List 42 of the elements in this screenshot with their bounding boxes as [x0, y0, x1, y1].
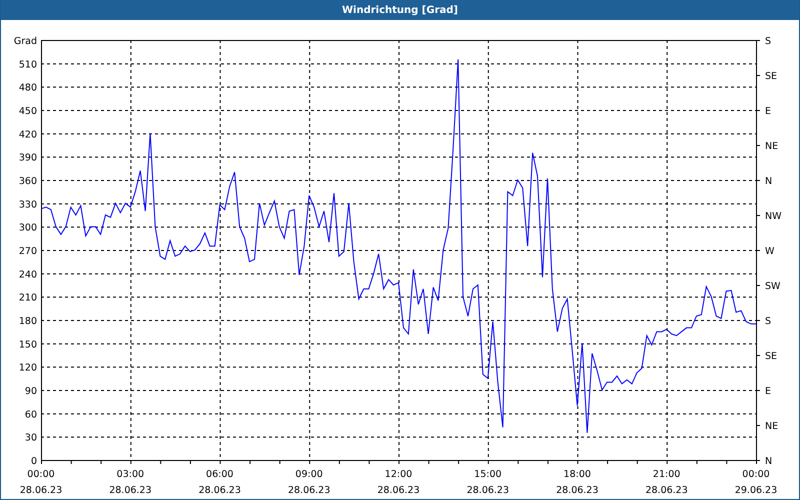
compass-label: NE [765, 421, 778, 432]
y-tick-label: 30 [24, 432, 37, 444]
x-tick-label: 09:00 28.06.23 [288, 469, 330, 496]
y-tick-label: 450 [18, 106, 37, 117]
y-tick-label: 360 [18, 176, 37, 187]
y-tick-label: 480 [18, 82, 37, 94]
x-tick-label: 06:00 28.06.23 [198, 469, 241, 496]
y-tick-label: 510 [18, 59, 37, 70]
compass-label: N [765, 456, 772, 467]
y-tick-label: 90 [24, 386, 37, 397]
compass-label: SE [765, 71, 778, 82]
y-tick-label: 210 [18, 292, 37, 304]
x-tick-label: 15:00 28.06.23 [466, 469, 510, 496]
y-axis-label: Grad [14, 36, 37, 47]
y-tick-label: 390 [18, 152, 37, 164]
compass-label: E [765, 106, 772, 117]
x-tick-label: 18:00 28.06.23 [556, 469, 598, 496]
x-tick-label: 00:00 29.06.23 [734, 469, 778, 496]
compass-label: SW [765, 281, 780, 292]
compass-label: S [765, 316, 772, 327]
compass-label: N [765, 176, 772, 187]
y-tick-label: 60 [24, 409, 37, 420]
x-tick-label: 12:00 28.06.23 [377, 469, 420, 496]
compass-label: NW [765, 211, 782, 222]
x-tick-label: 21:00 28.06.23 [645, 469, 688, 496]
compass-label: NE [765, 141, 778, 152]
y-tick-label: 240 [18, 269, 37, 280]
y-tick-label: 300 [18, 222, 37, 234]
compass-label: E [765, 386, 772, 397]
y-tick-label: 330 [18, 199, 37, 210]
y-tick-label: 120 [18, 362, 37, 374]
x-tick-label: 03:00 28.06.23 [109, 469, 152, 496]
compass-label: SE [765, 351, 778, 362]
y-tick-label: 180 [18, 316, 37, 327]
y-tick-label: 150 [18, 339, 37, 350]
compass-label: S [765, 36, 772, 47]
y-tick-label: 0 [30, 456, 37, 467]
compass-label: W [765, 246, 774, 257]
y-tick-label: 270 [18, 246, 37, 257]
x-tick-label: 00:00 28.06.23 [20, 469, 62, 496]
window-title: Windrichtung [Grad] [342, 4, 458, 16]
y-tick-label: 420 [18, 129, 37, 140]
